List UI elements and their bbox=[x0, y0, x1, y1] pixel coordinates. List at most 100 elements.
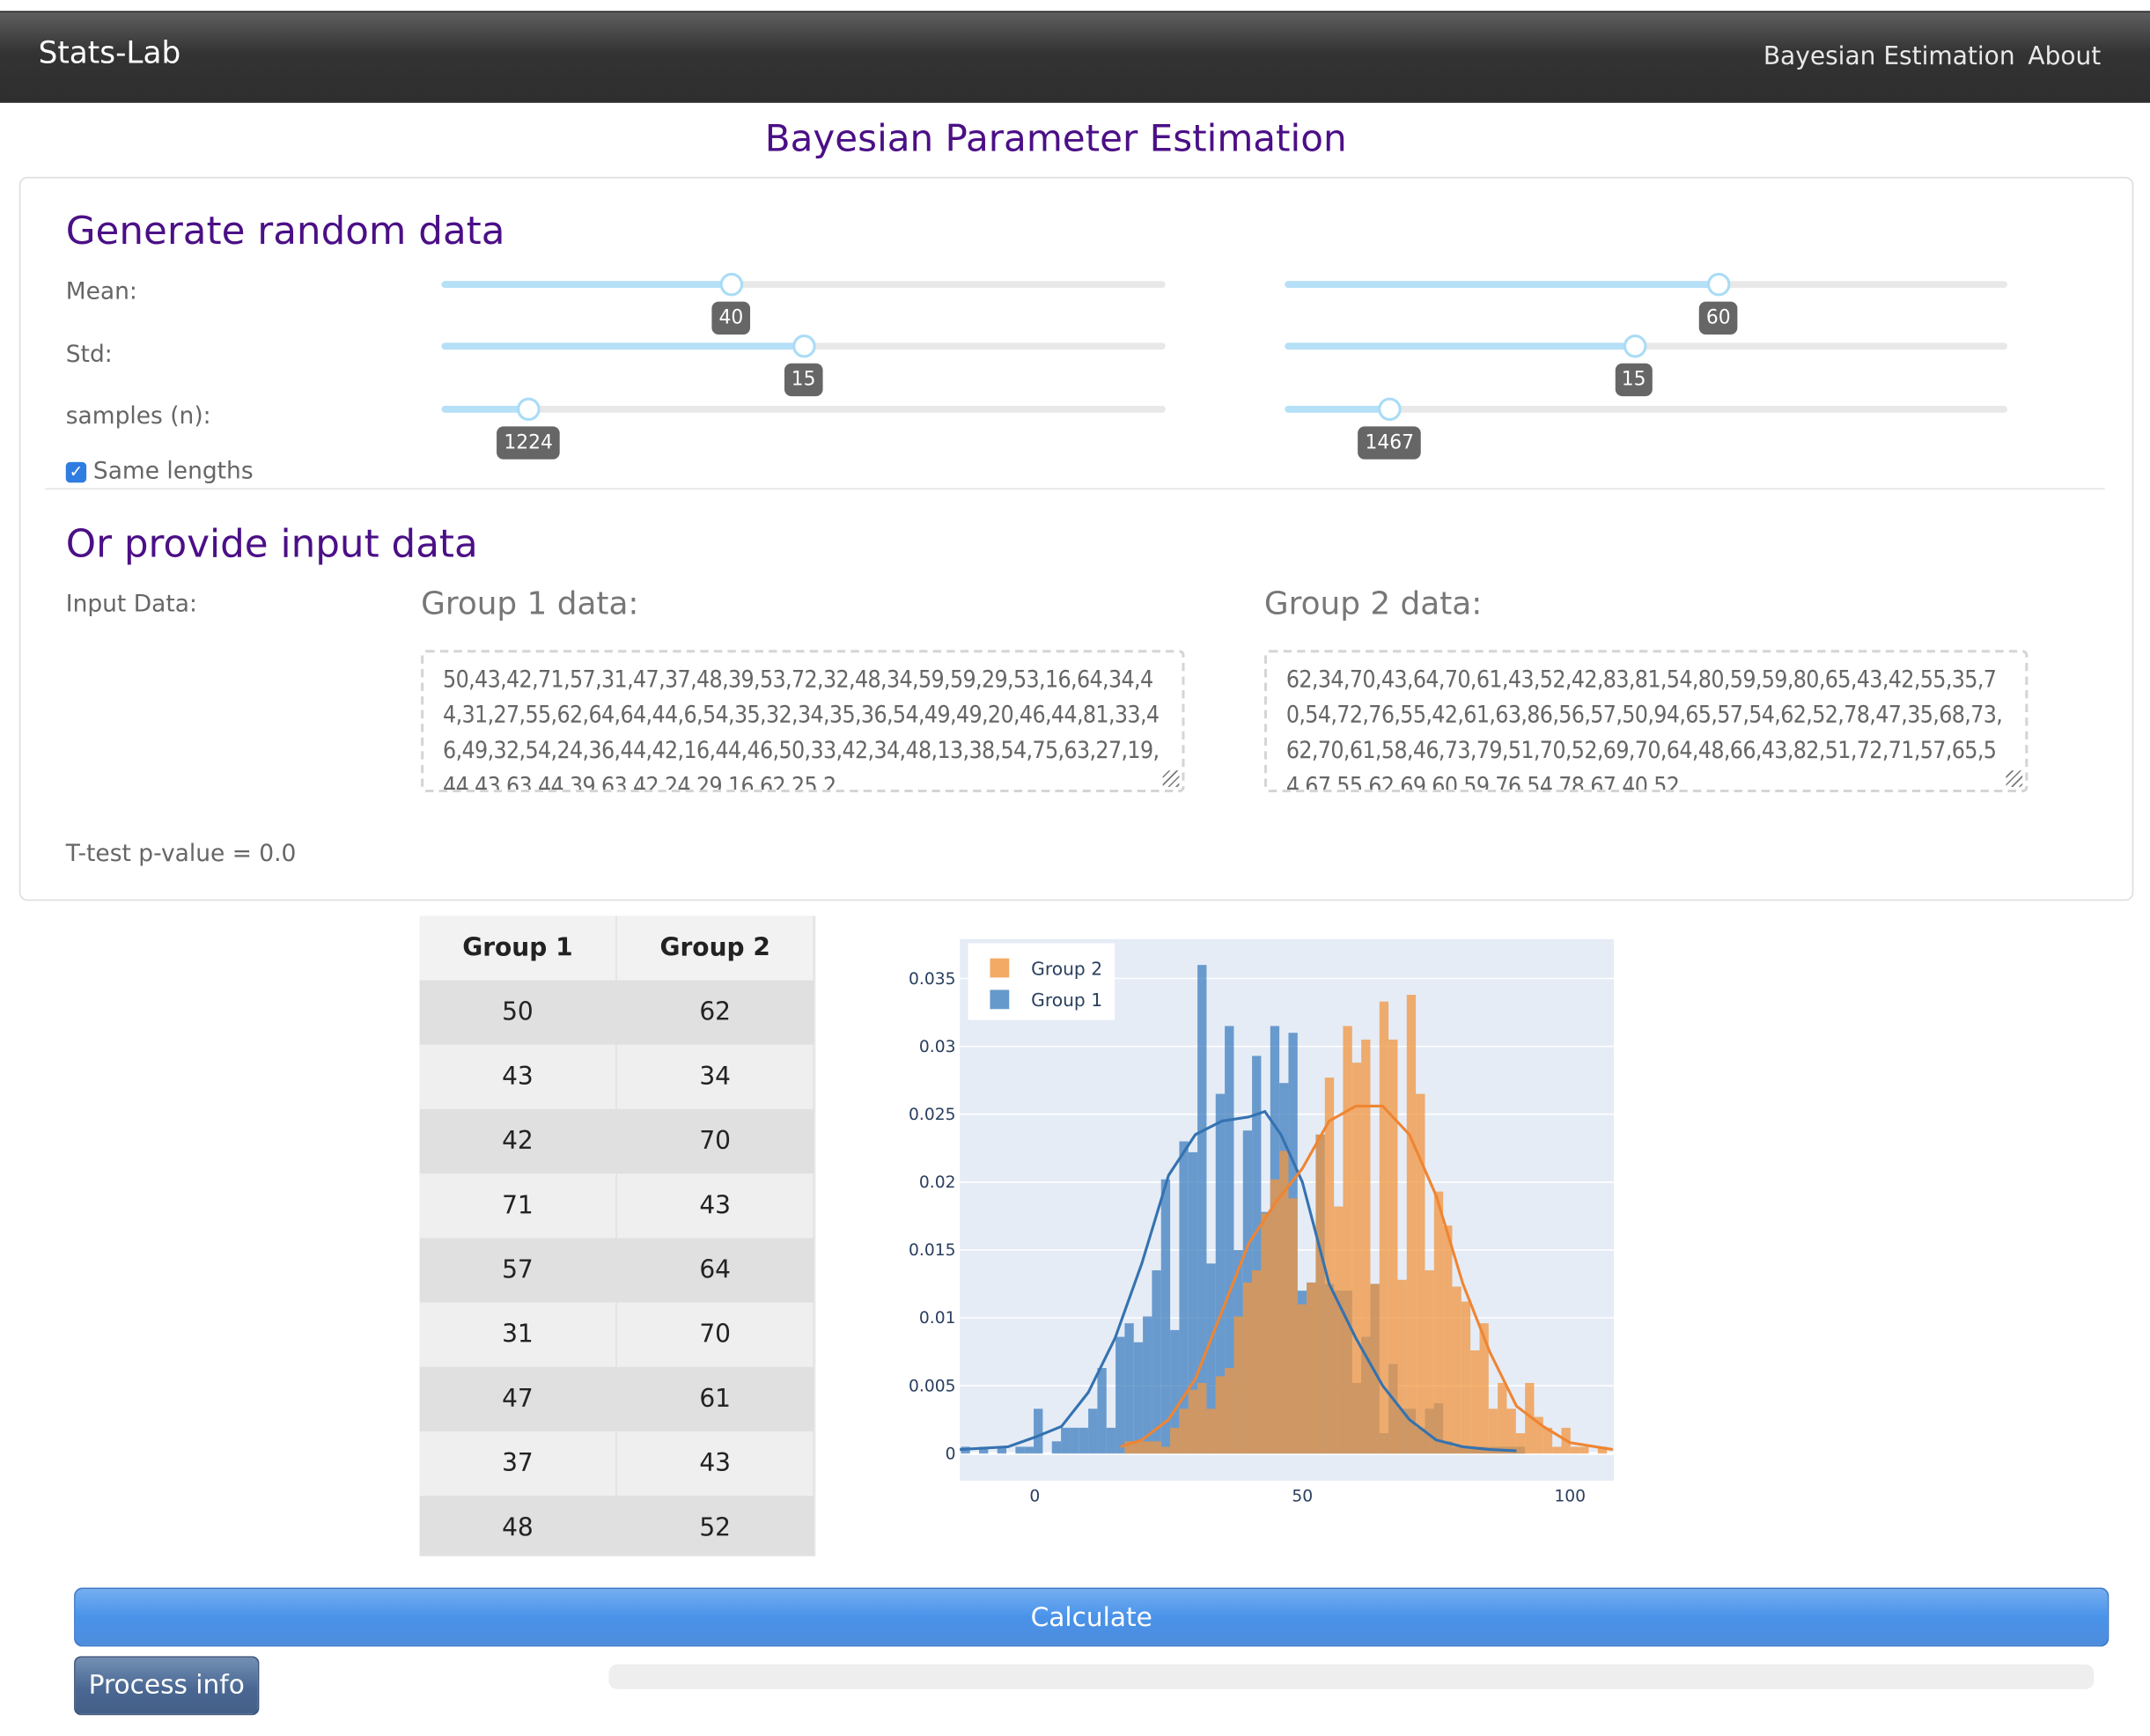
histogram-bar-group-1 bbox=[1015, 1446, 1025, 1454]
table-header-group1: Group 1 bbox=[419, 916, 617, 981]
table-cell: 42 bbox=[419, 1108, 617, 1174]
group2-samples-slider[interactable]: 1467 bbox=[1285, 397, 2008, 460]
histogram-bar-group-2 bbox=[1488, 1409, 1498, 1454]
slider-handle[interactable] bbox=[792, 335, 816, 358]
y-tick-label: 0.02 bbox=[919, 1173, 956, 1192]
table-cell: 43 bbox=[616, 1431, 815, 1497]
histogram-bar-group-2 bbox=[1297, 1304, 1307, 1454]
histogram-bar-group-2 bbox=[1315, 1134, 1325, 1454]
table-cell: 62 bbox=[616, 980, 815, 1045]
std-label: Std: bbox=[65, 341, 113, 369]
group2-data-textarea[interactable]: 62,34,70,43,64,70,61,43,52,42,83,81,54,8… bbox=[1263, 650, 2029, 793]
process-info-button[interactable]: Process info bbox=[74, 1656, 260, 1716]
histogram-bar-group-2 bbox=[1179, 1409, 1189, 1454]
group1-data-textarea[interactable]: 50,43,42,71,57,31,47,37,48,39,53,72,32,4… bbox=[421, 650, 1185, 793]
ttest-result: T-test p-value = 0.0 bbox=[65, 840, 297, 868]
histogram-bar-group-1 bbox=[1160, 1179, 1171, 1454]
group1-std-slider[interactable]: 15 bbox=[441, 335, 1166, 397]
slider-value-tooltip: 1224 bbox=[497, 426, 560, 460]
histogram-bar-group-2 bbox=[1215, 1376, 1226, 1454]
divider bbox=[45, 488, 2105, 489]
histogram-bar-group-2 bbox=[1425, 1270, 1434, 1454]
histogram-bar-group-2 bbox=[1406, 995, 1417, 1454]
histogram-bar-group-2 bbox=[1552, 1446, 1562, 1454]
table-cell: 47 bbox=[419, 1366, 617, 1431]
histogram-bar-group-1 bbox=[1179, 1141, 1189, 1454]
group1-samples-slider[interactable]: 1224 bbox=[441, 397, 1166, 460]
nav-bayesian-estimation[interactable]: Bayesian Estimation bbox=[1763, 42, 2015, 71]
histogram-bar-group-1 bbox=[1034, 1409, 1043, 1454]
table-cell: 57 bbox=[419, 1238, 617, 1303]
generate-title: Generate random data bbox=[65, 208, 505, 254]
histogram-bar-group-2 bbox=[1388, 1039, 1398, 1454]
progress-bar bbox=[608, 1664, 2095, 1689]
histogram-bar-group-1 bbox=[1115, 1336, 1125, 1454]
x-tick-label: 50 bbox=[1292, 1487, 1313, 1505]
y-tick-label: 0.005 bbox=[909, 1377, 955, 1395]
slider-value-tooltip: 60 bbox=[1699, 301, 1738, 335]
histogram-bar-group-1 bbox=[1106, 1427, 1116, 1454]
histogram-bar-group-2 bbox=[1498, 1382, 1507, 1454]
histogram-bar-group-2 bbox=[1270, 1179, 1280, 1454]
histogram-bar-group-1 bbox=[1088, 1409, 1098, 1454]
nav-about[interactable]: About bbox=[2028, 42, 2101, 71]
histogram-bar-group-2 bbox=[1470, 1350, 1480, 1454]
mean-label: Mean: bbox=[65, 278, 137, 306]
slider-value-tooltip: 15 bbox=[784, 363, 823, 397]
x-tick-label: 100 bbox=[1554, 1487, 1586, 1505]
histogram-bar-group-2 bbox=[1197, 1382, 1207, 1454]
y-tick-label: 0.01 bbox=[919, 1309, 956, 1328]
group2-mean-slider[interactable]: 60 bbox=[1285, 272, 2008, 335]
slider-value-tooltip: 1467 bbox=[1358, 426, 1421, 460]
slider-fill bbox=[1285, 405, 1390, 413]
x-tick-label: 0 bbox=[1029, 1487, 1040, 1505]
input-data-label: Input Data: bbox=[65, 591, 197, 619]
data-table: Group 1 Group 2 50 62 43 34 42 70 71 43 57 64 31 70… bbox=[419, 916, 816, 1556]
checkbox-checked-icon[interactable]: ✓ bbox=[65, 461, 87, 482]
table-cell: 52 bbox=[616, 1496, 815, 1556]
table-cell: 43 bbox=[616, 1173, 815, 1239]
group1-mean-slider[interactable]: 40 bbox=[441, 272, 1166, 335]
histogram-bar-group-1 bbox=[1133, 1342, 1144, 1454]
slider-fill bbox=[441, 281, 732, 289]
resize-handle-icon[interactable] bbox=[1162, 770, 1180, 787]
histogram-chart: 0 0.005 0.01 0.015 0.02 0.025 0.03 0.035 0 50 100 G… bbox=[909, 938, 1615, 1505]
histogram-bar-group-1 bbox=[1070, 1427, 1079, 1454]
histogram-bar-group-2 bbox=[1233, 1316, 1243, 1454]
histogram-bar-group-1 bbox=[1124, 1323, 1134, 1454]
histogram-bar-group-2 bbox=[1143, 1441, 1152, 1454]
legend-swatch bbox=[990, 989, 1010, 1010]
slider-value-tooltip: 15 bbox=[1615, 363, 1653, 397]
table-header-group2: Group 2 bbox=[616, 916, 815, 981]
y-tick-label: 0.035 bbox=[909, 970, 955, 989]
histogram-bar-group-2 bbox=[1188, 1389, 1198, 1454]
resize-handle-icon[interactable] bbox=[2006, 770, 2023, 787]
y-tick-label: 0.025 bbox=[909, 1106, 955, 1124]
table-cell: 71 bbox=[419, 1173, 617, 1239]
y-tick-label: 0 bbox=[946, 1445, 956, 1463]
legend-label: Group 2 bbox=[1031, 958, 1102, 979]
histogram-bar-group-2 bbox=[1307, 1282, 1316, 1454]
brand-link[interactable]: Stats-Lab bbox=[39, 37, 181, 71]
histogram-bar-group-2 bbox=[1343, 1026, 1352, 1454]
table-cell: 50 bbox=[419, 980, 617, 1045]
group2-data-text: 62,34,70,43,64,70,61,43,52,42,83,81,54,8… bbox=[1285, 666, 2003, 793]
histogram-bar-group-1 bbox=[1197, 965, 1207, 1454]
group2-std-slider[interactable]: 15 bbox=[1285, 335, 2008, 397]
histogram-bar-group-2 bbox=[1570, 1446, 1580, 1454]
calculate-button[interactable]: Calculate bbox=[74, 1587, 2110, 1647]
table-cell: 70 bbox=[616, 1108, 815, 1174]
histogram-bar-group-2 bbox=[1152, 1441, 1161, 1454]
slider-value-tooltip: 40 bbox=[711, 301, 751, 335]
group1-data-title: Group 1 data: bbox=[421, 586, 639, 623]
histogram-bar-group-2 bbox=[1515, 1433, 1526, 1454]
histogram-bar-group-1 bbox=[1024, 1446, 1035, 1454]
samples-label: samples (n): bbox=[65, 402, 211, 431]
same-lengths-checkbox[interactable]: ✓ Same lengths bbox=[65, 458, 254, 486]
histogram-bar-group-2 bbox=[1206, 1409, 1216, 1454]
slider-handle[interactable] bbox=[1623, 335, 1646, 358]
same-lengths-label: Same lengths bbox=[92, 458, 254, 486]
histogram-bar-group-2 bbox=[1461, 1301, 1471, 1454]
table-cell: 64 bbox=[616, 1238, 815, 1303]
slider-fill bbox=[441, 405, 529, 413]
